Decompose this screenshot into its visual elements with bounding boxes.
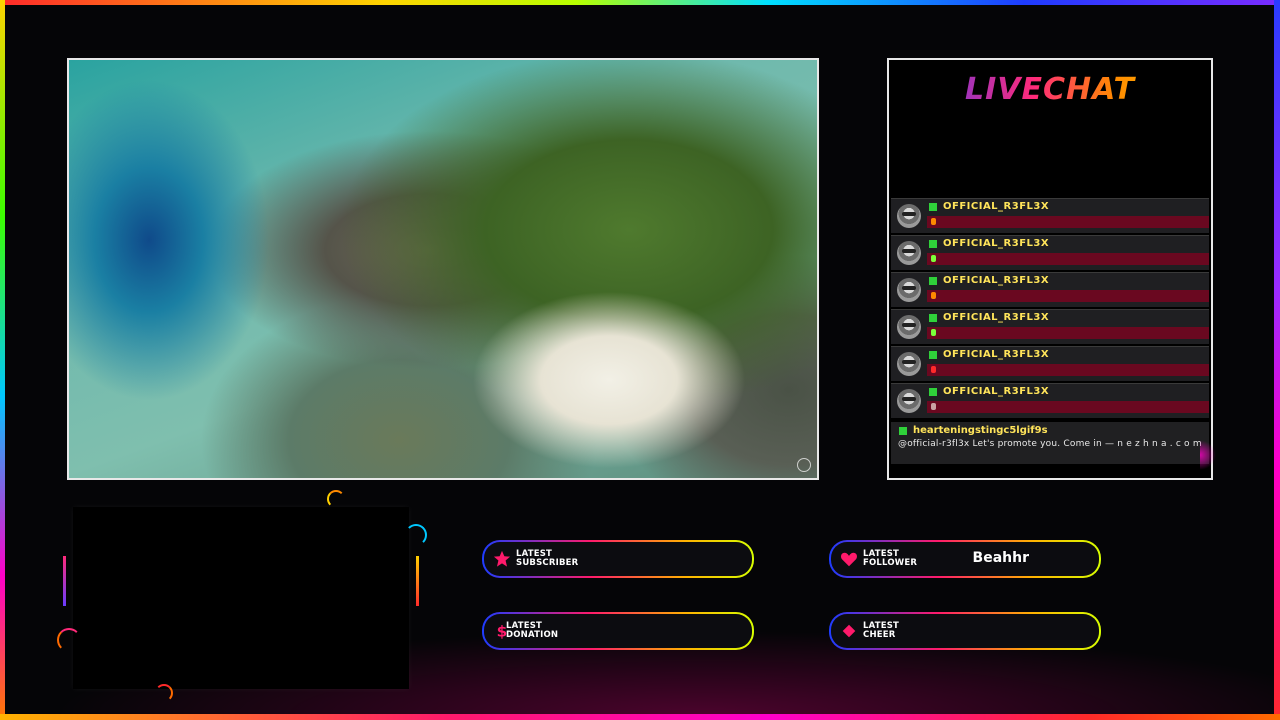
decorative-arc	[57, 628, 81, 652]
chat-message: OFFICIAL_R3FL3X	[891, 346, 1209, 381]
moderator-badge-icon	[929, 314, 937, 322]
chat-message: OFFICIAL_R3FL3X	[891, 309, 1209, 344]
chat-message: OFFICIAL_R3FL3X	[891, 383, 1209, 418]
livechat-panel: LIVECHAT OFFICIAL_R3FL3X OFFICIAL_R3FL3X…	[887, 58, 1213, 480]
emote-icon	[931, 292, 936, 299]
emote-icon	[931, 403, 936, 410]
chat-message: OFFICIAL_R3FL3X	[891, 235, 1209, 270]
alert-label: LATEST DONATION	[506, 621, 559, 640]
moderator-badge-icon	[929, 203, 937, 211]
decorative-arc	[155, 684, 173, 702]
chat-username: OFFICIAL_R3FL3X	[943, 275, 1050, 286]
rainbow-frame-top	[0, 0, 1280, 5]
emote-icon	[931, 218, 936, 225]
chat-message: OFFICIAL_R3FL3X	[891, 272, 1209, 307]
emote-icon	[931, 366, 936, 373]
alert-label: LATEST SUBSCRIBER	[516, 549, 579, 568]
star-icon	[493, 550, 511, 567]
avatar	[897, 204, 921, 228]
latest-donation-box: $ LATEST DONATION	[482, 612, 754, 650]
rainbow-frame-bottom	[0, 714, 1280, 720]
avatar	[897, 315, 921, 339]
chat-message-text: @official-r3fl3x Let's promote you. Come…	[898, 439, 1202, 449]
alert-value: Beahhr	[972, 550, 1029, 566]
moderator-badge-icon	[929, 240, 937, 248]
decorative-line	[416, 556, 419, 606]
rainbow-frame-left	[0, 0, 5, 720]
chat-message-latest: hearteningstingc5lgif9s @official-r3fl3x…	[891, 422, 1209, 464]
avatar	[897, 278, 921, 302]
latest-cheer-box: LATEST CHEER	[829, 612, 1101, 650]
rainbow-frame-right	[1274, 0, 1280, 720]
video-watermark-icon	[797, 458, 811, 472]
moderator-badge-icon	[929, 388, 937, 396]
diamond-icon	[842, 624, 856, 638]
decorative-line	[63, 556, 66, 606]
chat-username: hearteningstingc5lgif9s	[913, 425, 1048, 436]
livechat-title: LIVECHAT	[889, 72, 1211, 107]
chat-message-bar	[927, 327, 1209, 339]
emote-icon	[931, 329, 936, 336]
moderator-badge-icon	[929, 277, 937, 285]
chat-username: OFFICIAL_R3FL3X	[943, 312, 1050, 323]
chat-message-bar	[927, 364, 1209, 376]
chat-username: OFFICIAL_R3FL3X	[943, 349, 1050, 360]
chat-username: OFFICIAL_R3FL3X	[943, 238, 1050, 249]
chat-username: OFFICIAL_R3FL3X	[943, 386, 1050, 397]
heart-icon	[841, 552, 857, 567]
chat-username: OFFICIAL_R3FL3X	[943, 201, 1050, 212]
avatar	[897, 352, 921, 376]
chat-message-bar	[927, 401, 1209, 413]
chat-glow	[1200, 440, 1216, 470]
chat-message-bar	[927, 290, 1209, 302]
latest-follower-box: LATEST FOLLOWER Beahhr	[829, 540, 1101, 578]
main-video-feed	[67, 58, 819, 480]
chat-message-bar	[927, 253, 1209, 265]
chat-message-bar	[927, 216, 1209, 228]
moderator-badge-icon	[899, 427, 907, 435]
avatar	[897, 241, 921, 265]
moderator-badge-icon	[929, 351, 937, 359]
decorative-arc	[327, 490, 345, 508]
chat-message: OFFICIAL_R3FL3X	[891, 198, 1209, 233]
latest-subscriber-box: LATEST SUBSCRIBER	[482, 540, 754, 578]
avatar	[897, 389, 921, 413]
webcam-frame	[73, 507, 409, 689]
decorative-arc	[405, 524, 427, 546]
alert-label: LATEST FOLLOWER	[863, 549, 918, 568]
emote-icon	[931, 255, 936, 262]
alert-label: LATEST CHEER	[863, 621, 900, 640]
